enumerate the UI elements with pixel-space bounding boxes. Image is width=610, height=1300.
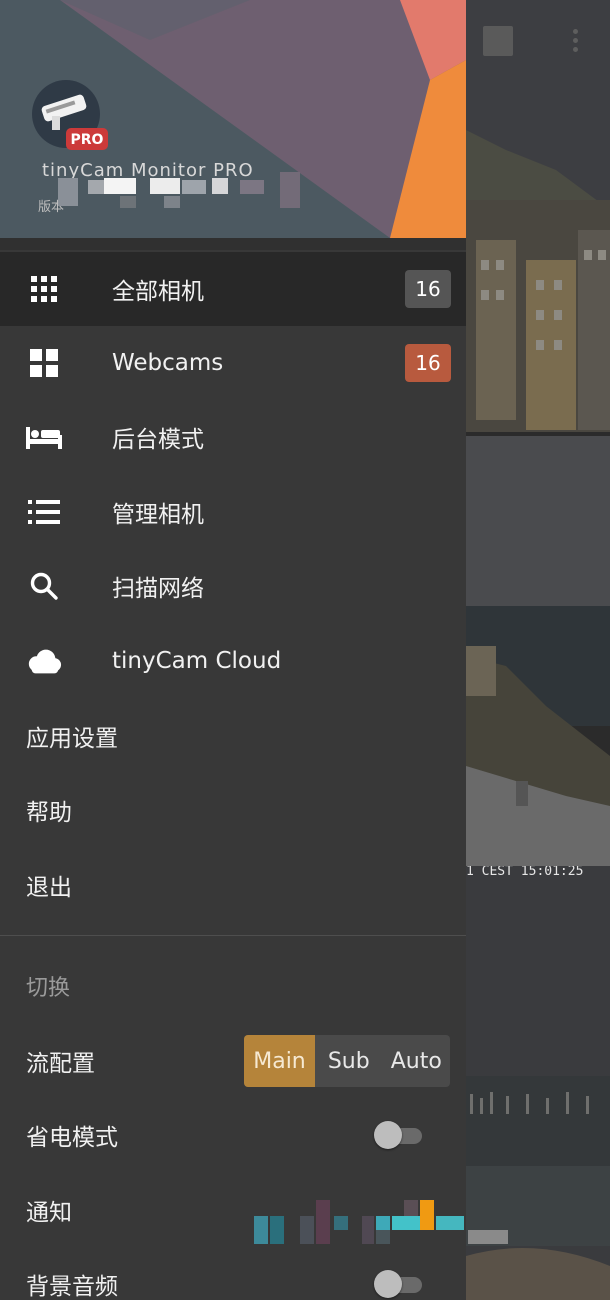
- pixelated-region: [280, 172, 300, 208]
- stream-profile-label: 流配置: [26, 1051, 95, 1077]
- nav-item-label: Webcams: [112, 350, 224, 376]
- camera-timestamp: 1 CEST 15:01:25: [466, 866, 584, 879]
- camera-tile[interactable]: [466, 0, 610, 432]
- select-checkbox[interactable]: [483, 26, 513, 56]
- pixelated-region: [120, 196, 136, 208]
- camera-preview-panel: 1 CEST 15:01:25: [466, 0, 610, 1300]
- webcam-count-badge: 16: [405, 344, 451, 382]
- notification-row[interactable]: 通知: [0, 1173, 466, 1247]
- camera-count-badge: 16: [405, 270, 451, 308]
- list-icon: [26, 494, 62, 530]
- camera-tile[interactable]: [466, 436, 610, 866]
- navigation-drawer: PRO tinyCam Monitor PRO 版本 全部相机 16 Webca…: [0, 0, 466, 1300]
- nav-item-label: 管理相机: [112, 502, 204, 528]
- stream-option-auto[interactable]: Auto: [383, 1035, 451, 1087]
- nav-item-label: 后台模式: [112, 427, 204, 453]
- tiles-icon: [26, 345, 62, 381]
- nav-item-background-mode[interactable]: 后台模式: [0, 400, 466, 474]
- bed-icon: [26, 419, 62, 455]
- stream-option-sub[interactable]: Sub: [315, 1035, 383, 1087]
- nav-item-label: 应用设置: [26, 726, 118, 752]
- pixelated-region: [58, 178, 78, 206]
- section-title: 切换: [26, 976, 71, 1001]
- nav-item-tinycam-cloud[interactable]: tinyCam Cloud: [0, 624, 466, 698]
- drawer-header: PRO tinyCam Monitor PRO 版本: [0, 0, 466, 238]
- search-icon: [26, 568, 62, 604]
- power-saving-label: 省电模式: [26, 1125, 118, 1151]
- header-divider: [0, 238, 466, 250]
- background-audio-label: 背景音频: [26, 1274, 118, 1300]
- pixelated-region: [182, 180, 206, 194]
- logo-badge-text: PRO: [71, 132, 104, 148]
- nav-item-manage-cameras[interactable]: 管理相机: [0, 475, 466, 549]
- notification-label: 通知: [26, 1200, 72, 1226]
- nav-item-webcams[interactable]: Webcams 16: [0, 326, 466, 400]
- nav-item-help[interactable]: 帮助: [0, 773, 466, 847]
- section-divider: [0, 935, 466, 936]
- app-logo: PRO: [30, 78, 108, 156]
- pixelated-region: [164, 196, 180, 208]
- nav-item-all-cameras[interactable]: 全部相机 16: [0, 252, 466, 326]
- stream-option-main[interactable]: Main: [244, 1035, 315, 1087]
- stream-profile-selector: Main Sub Auto: [244, 1035, 450, 1087]
- cloud-icon: [26, 643, 62, 679]
- nav-item-exit[interactable]: 退出: [0, 848, 466, 922]
- nav-item-label: 扫描网络: [112, 576, 204, 602]
- pixelated-region: [104, 178, 136, 194]
- more-menu-icon[interactable]: [568, 26, 582, 56]
- nav-item-label: tinyCam Cloud: [112, 648, 282, 674]
- background-audio-toggle[interactable]: [374, 1269, 424, 1299]
- pixelated-region: [150, 178, 180, 194]
- camera-tile[interactable]: 1 CEST 15:01:25: [466, 866, 610, 1300]
- nav-item-scan-network[interactable]: 扫描网络: [0, 549, 466, 623]
- pixelated-region: [212, 178, 228, 194]
- nav-item-label: 退出: [26, 875, 72, 901]
- pixelated-region: [88, 180, 104, 194]
- nav-item-label: 全部相机: [112, 279, 204, 305]
- grid-icon: [26, 271, 62, 307]
- pixelated-region: [240, 180, 264, 194]
- nav-item-app-settings[interactable]: 应用设置: [0, 699, 466, 773]
- nav-item-label: 帮助: [26, 800, 72, 826]
- power-saving-toggle[interactable]: [374, 1120, 424, 1150]
